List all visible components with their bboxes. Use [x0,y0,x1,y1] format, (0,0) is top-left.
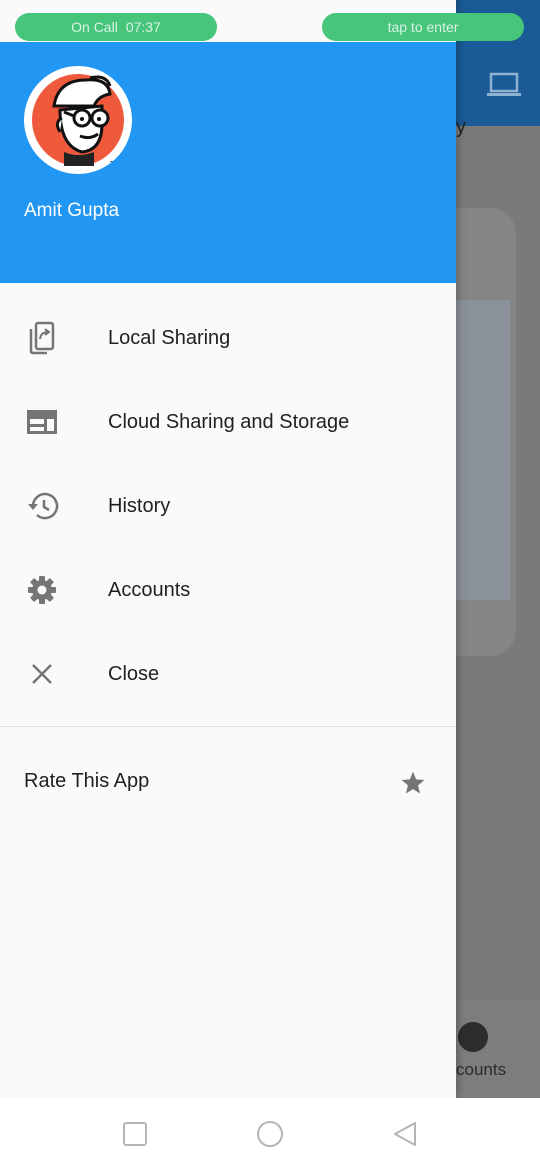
web-layout-icon [24,404,60,440]
menu-label-cloud-sharing: Cloud Sharing and Storage [108,410,350,433]
recents-square-icon[interactable] [121,1120,149,1148]
menu-item-local-sharing[interactable]: Local Sharing [0,296,456,380]
rate-app-row[interactable]: Rate This App [0,742,456,822]
tap-to-enter-pill[interactable]: tap to enter [322,13,524,41]
call-timer: 07:37 [125,19,161,35]
system-nav-bar [0,1098,540,1170]
menu-item-close[interactable]: Close [0,632,456,716]
drawer-divider [0,726,456,727]
phone-share-icon [24,320,60,356]
menu-item-cloud-sharing[interactable]: Cloud Sharing and Storage [0,380,456,464]
avatar-cartoon-icon: TM [32,74,124,168]
on-call-pill[interactable]: On Call 07:37 [15,13,217,41]
user-name: Amit Gupta [24,200,120,221]
account-circle-icon [458,1022,488,1052]
tap-to-enter-label: tap to enter [387,19,459,35]
avatar[interactable]: TM [24,66,132,174]
back-triangle-icon[interactable] [391,1120,419,1148]
menu-label-close: Close [108,662,160,685]
on-call-label: On Call [71,19,118,35]
star-icon [401,771,425,794]
menu-item-accounts[interactable]: Accounts [0,548,456,632]
history-icon [24,488,60,524]
background-title-fragment: y [456,116,466,138]
menu-label-local-sharing: Local Sharing [108,326,231,349]
close-icon [24,656,60,692]
navigation-drawer: TM Amit Gupta Local Sharing Cloud Sharin… [0,0,456,1098]
home-circle-icon[interactable] [256,1120,284,1148]
menu-item-history[interactable]: History [0,464,456,548]
gear-icon [24,572,60,608]
menu-label-history: History [108,494,171,517]
status-bar: On Call 07:37 tap to enter [0,0,540,42]
background-nav-label: counts [456,1060,507,1079]
rate-app-label: Rate This App [24,770,150,792]
laptop-icon [487,72,521,96]
menu-label-accounts: Accounts [108,578,191,601]
